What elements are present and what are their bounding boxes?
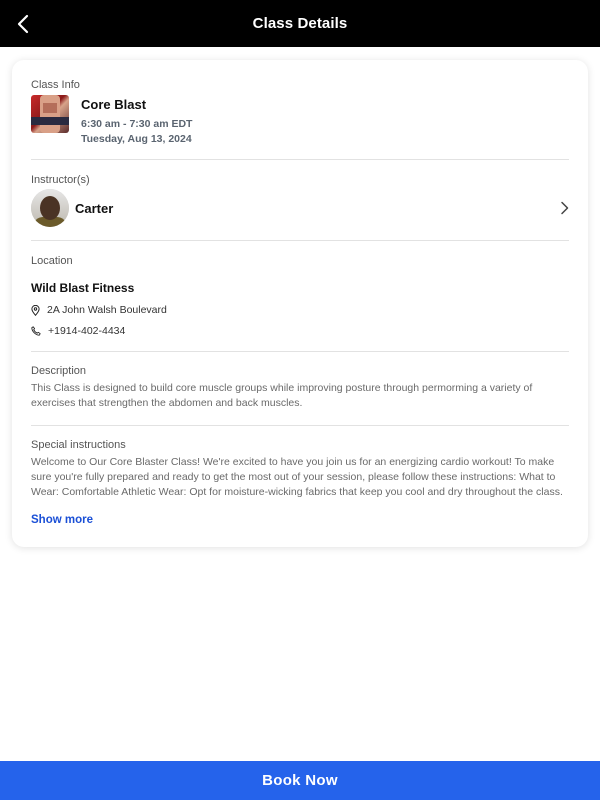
special-instructions-section: Special instructions Welcome to Our Core… bbox=[31, 426, 569, 528]
class-info-label: Class Info bbox=[31, 79, 80, 91]
book-now-button[interactable]: Book Now bbox=[0, 761, 600, 800]
location-name: Wild Blast Fitness bbox=[31, 281, 135, 295]
special-instructions-label: Special instructions bbox=[31, 439, 126, 451]
location-address: 2A John Walsh Boulevard bbox=[31, 304, 569, 316]
header-bar: Class Details bbox=[0, 0, 600, 47]
show-more-link[interactable]: Show more bbox=[31, 514, 93, 526]
chevron-left-icon bbox=[17, 14, 29, 34]
class-name: Core Blast bbox=[81, 97, 147, 112]
address-text: 2A John Walsh Boulevard bbox=[47, 304, 167, 316]
class-date: Tuesday, Aug 13, 2024 bbox=[81, 133, 192, 145]
class-details-card: Class Info Core Blast 6:30 am - 7:30 am … bbox=[12, 60, 588, 547]
location-label: Location bbox=[31, 255, 73, 267]
class-thumbnail bbox=[31, 95, 69, 133]
back-button[interactable] bbox=[8, 9, 38, 39]
class-text: Core Blast 6:30 am - 7:30 am EDT Tuesday… bbox=[81, 95, 192, 145]
chevron-right-icon bbox=[561, 201, 569, 215]
location-section: Location Wild Blast Fitness 2A John Wals… bbox=[31, 241, 569, 352]
phone-text: +1914-402-4434 bbox=[48, 325, 126, 337]
class-info-section: Class Info Core Blast 6:30 am - 7:30 am … bbox=[31, 60, 569, 160]
class-info-row: Core Blast 6:30 am - 7:30 am EDT Tuesday… bbox=[31, 95, 569, 145]
instructor-info: Carter bbox=[31, 189, 569, 227]
location-phone[interactable]: +1914-402-4434 bbox=[31, 325, 569, 337]
instructor-avatar bbox=[31, 189, 69, 227]
description-section: Description This Class is designed to bu… bbox=[31, 352, 569, 426]
instructor-label: Instructor(s) bbox=[31, 174, 90, 186]
map-pin-icon bbox=[31, 304, 40, 316]
description-text: This Class is designed to build core mus… bbox=[31, 382, 533, 409]
class-time: 6:30 am - 7:30 am EDT bbox=[81, 118, 193, 130]
description-label: Description bbox=[31, 365, 87, 377]
special-instructions-text: Welcome to Our Core Blaster Class! We're… bbox=[31, 456, 563, 498]
page-title: Class Details bbox=[252, 15, 348, 32]
instructor-row[interactable]: Instructor(s) Carter bbox=[31, 160, 569, 241]
phone-icon bbox=[31, 326, 41, 336]
instructor-name: Carter bbox=[75, 200, 114, 216]
